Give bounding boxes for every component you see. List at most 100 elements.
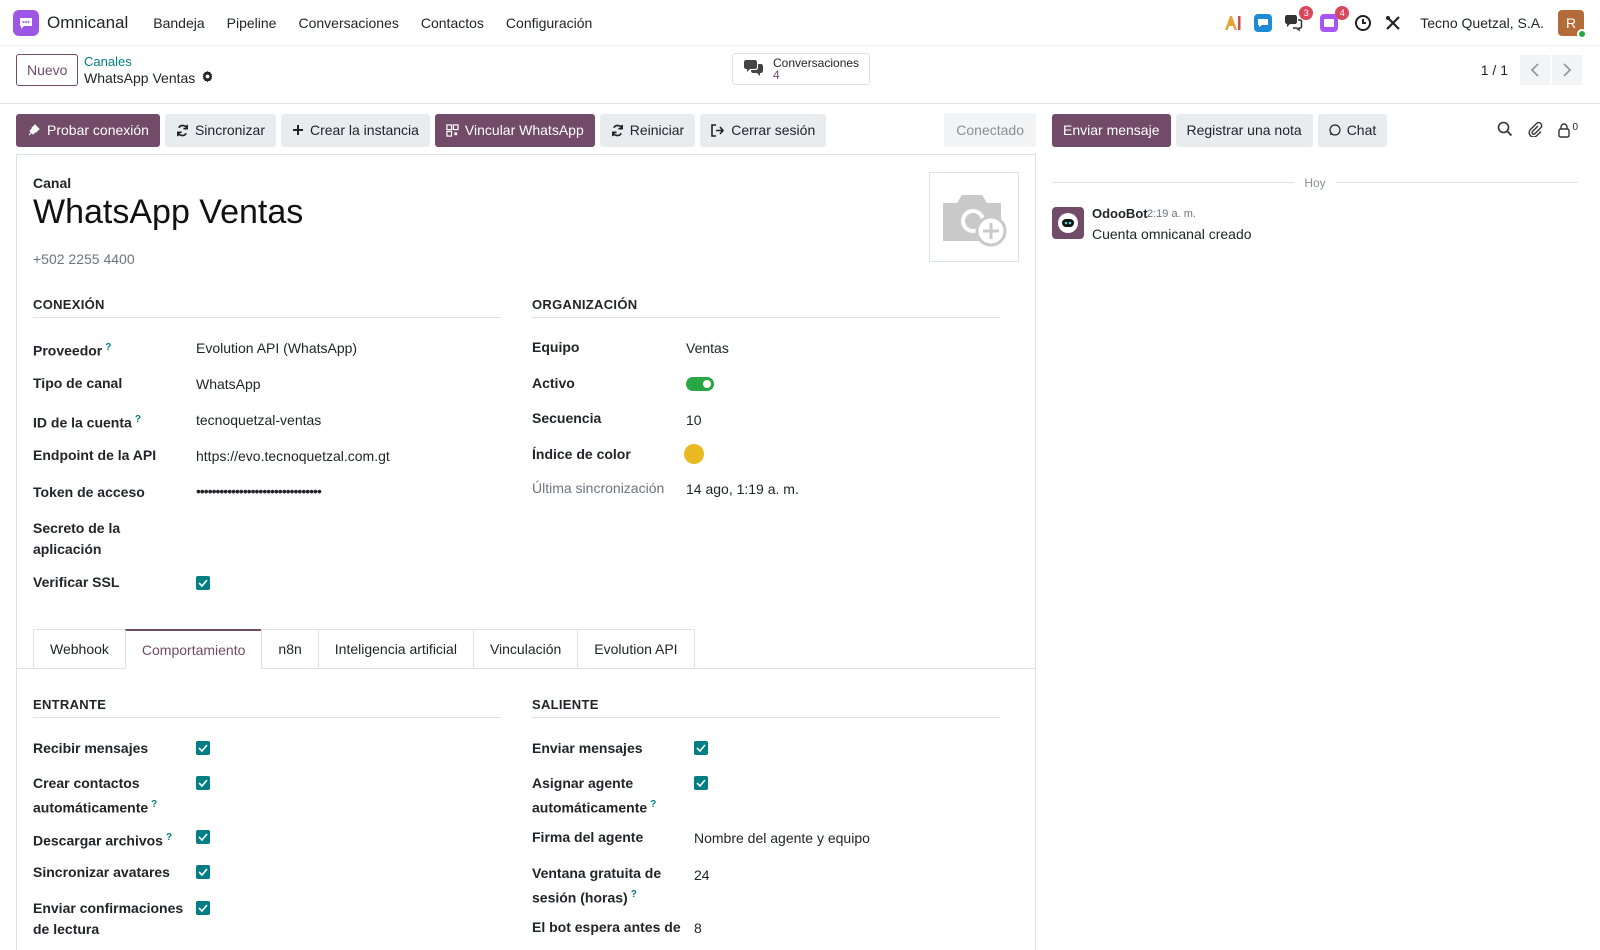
check-icon bbox=[198, 744, 208, 752]
read-receipts-checkbox[interactable] bbox=[196, 901, 210, 915]
connection-group-title: CONEXIÓN bbox=[33, 297, 501, 318]
new-button[interactable]: Nuevo bbox=[16, 54, 79, 86]
breadcrumb-current: WhatsApp Ventas bbox=[84, 70, 214, 86]
user-avatar[interactable]: R bbox=[1558, 10, 1587, 39]
test-connection-button[interactable]: Probar conexión bbox=[16, 113, 160, 147]
help-icon[interactable]: ? bbox=[151, 799, 157, 810]
omnichannel-tray-icon[interactable]: 4 bbox=[1318, 6, 1350, 34]
link-whatsapp-button[interactable]: Vincular WhatsApp bbox=[434, 113, 595, 147]
company-switcher[interactable]: Tecno Quetzal, S.A. bbox=[1420, 15, 1544, 31]
followers-button[interactable]: 0 bbox=[1557, 122, 1578, 138]
help-icon[interactable]: ? bbox=[631, 889, 637, 900]
check-icon bbox=[696, 744, 706, 752]
tab-n8n[interactable]: n8n bbox=[261, 629, 318, 669]
search-icon[interactable] bbox=[1497, 121, 1513, 140]
access-token-label: Token de acceso bbox=[33, 484, 145, 500]
chevron-left-icon bbox=[1530, 63, 1539, 77]
tools-icon[interactable] bbox=[1382, 12, 1404, 34]
sync-avatars-checkbox[interactable] bbox=[196, 865, 210, 879]
agent-signature-field[interactable]: Nombre del agente y equipo bbox=[694, 830, 870, 846]
bot-wait-label: El bot espera antes de bbox=[532, 919, 681, 935]
livechat-icon[interactable] bbox=[1252, 12, 1274, 34]
help-icon[interactable]: ? bbox=[166, 832, 172, 843]
provider-label: Proveedor? bbox=[33, 342, 112, 359]
read-receipts-label: Enviar confirmaciones de lectura bbox=[33, 900, 184, 937]
plus-icon bbox=[292, 125, 303, 135]
pager-next-button[interactable] bbox=[1552, 55, 1582, 85]
sync-button[interactable]: Sincronizar bbox=[164, 113, 276, 147]
date-separator: Hoy bbox=[1052, 176, 1578, 190]
menu-bandeja[interactable]: Bandeja bbox=[142, 15, 215, 31]
top-navbar: Omnicanal Bandeja Pipeline Conversacione… bbox=[0, 0, 1600, 46]
lock-user-icon bbox=[1558, 123, 1571, 138]
receive-messages-checkbox[interactable] bbox=[196, 741, 210, 755]
download-files-checkbox[interactable] bbox=[196, 830, 210, 844]
verify-ssl-label: Verificar SSL bbox=[33, 574, 120, 590]
api-endpoint-field[interactable]: https://evo.tecnoquetzal.com.gt bbox=[196, 448, 390, 464]
qrcode-icon bbox=[446, 123, 459, 137]
outgoing-group-title: SALIENTE bbox=[532, 697, 1000, 718]
access-token-field[interactable]: •••••••••••••••••••••••••••••••• bbox=[196, 483, 322, 499]
test-connection-label: Probar conexión bbox=[47, 122, 149, 138]
form-statusbar: Probar conexión Sincronizar Crear la ins… bbox=[16, 113, 1036, 147]
channel-name-field[interactable]: WhatsApp Ventas bbox=[33, 193, 303, 232]
active-toggle[interactable] bbox=[686, 377, 714, 391]
chat-button[interactable]: Chat bbox=[1317, 113, 1388, 147]
tab-inteligencia-artificial[interactable]: Inteligencia artificial bbox=[317, 629, 473, 669]
color-picker[interactable] bbox=[684, 444, 704, 464]
logout-button[interactable]: Cerrar sesión bbox=[700, 113, 827, 147]
session-window-field[interactable]: 24 bbox=[694, 867, 710, 883]
api-endpoint-label: Endpoint de la API bbox=[33, 447, 157, 463]
channel-type-field[interactable]: WhatsApp bbox=[196, 376, 261, 392]
menu-conversaciones[interactable]: Conversaciones bbox=[287, 15, 409, 31]
team-field[interactable]: Ventas bbox=[686, 340, 729, 356]
pager-value[interactable]: 1 / 1 bbox=[1481, 62, 1508, 78]
paperclip-icon[interactable] bbox=[1527, 121, 1543, 140]
auto-assign-agent-checkbox[interactable] bbox=[694, 776, 708, 790]
user-initial: R bbox=[1565, 15, 1577, 31]
help-icon[interactable]: ? bbox=[105, 342, 111, 353]
message-author[interactable]: OdooBot bbox=[1092, 206, 1148, 221]
app-name[interactable]: Omnicanal bbox=[47, 13, 128, 33]
bot-wait-field[interactable]: 8 bbox=[694, 920, 702, 936]
help-icon[interactable]: ? bbox=[135, 414, 141, 425]
ai-icon[interactable] bbox=[1222, 12, 1244, 34]
breadcrumb-parent[interactable]: Canales bbox=[84, 54, 132, 69]
messaging-icon[interactable]: 3 bbox=[1282, 6, 1314, 34]
app-secret-label: Secreto de la aplicación bbox=[33, 520, 121, 557]
account-id-field[interactable]: tecnoquetzal-ventas bbox=[196, 412, 321, 428]
create-instance-button[interactable]: Crear la instancia bbox=[280, 113, 430, 147]
team-label: Equipo bbox=[532, 339, 580, 355]
check-icon bbox=[198, 868, 208, 876]
phone-field[interactable]: +502 2255 4400 bbox=[33, 251, 135, 267]
log-note-button[interactable]: Registrar una nota bbox=[1175, 113, 1313, 147]
send-message-button[interactable]: Enviar mensaje bbox=[1052, 113, 1171, 147]
odoobot-avatar[interactable] bbox=[1052, 207, 1084, 239]
provider-field[interactable]: Evolution API (WhatsApp) bbox=[196, 340, 357, 356]
auto-create-contacts-checkbox[interactable] bbox=[196, 776, 210, 790]
restart-button[interactable]: Reiniciar bbox=[599, 113, 696, 147]
send-messages-checkbox[interactable] bbox=[694, 741, 708, 755]
menu-contactos[interactable]: Contactos bbox=[410, 15, 495, 31]
whatsapp-icon bbox=[1329, 124, 1341, 136]
tab-comportamiento[interactable]: Comportamiento bbox=[124, 629, 262, 669]
pager: 1 / 1 bbox=[1481, 46, 1600, 94]
image-upload[interactable] bbox=[929, 172, 1019, 262]
messaging-badge: 3 bbox=[1299, 6, 1314, 20]
receive-messages-label: Recibir mensajes bbox=[33, 740, 149, 756]
gear-icon[interactable] bbox=[201, 70, 214, 86]
menu-configuracion[interactable]: Configuración bbox=[495, 15, 603, 31]
menu-pipeline[interactable]: Pipeline bbox=[216, 15, 288, 31]
conversations-stat-button[interactable]: Conversaciones 4 bbox=[732, 53, 870, 85]
app-logo-icon[interactable] bbox=[13, 9, 39, 36]
pager-previous-button[interactable] bbox=[1520, 55, 1550, 85]
verify-ssl-checkbox[interactable] bbox=[196, 576, 210, 590]
app-secret-field[interactable] bbox=[196, 521, 496, 541]
tab-vinculacion[interactable]: Vinculación bbox=[472, 629, 578, 669]
tab-evolution-api[interactable]: Evolution API bbox=[577, 629, 695, 669]
agent-signature-label: Firma del agente bbox=[532, 829, 644, 845]
clock-icon[interactable] bbox=[1352, 12, 1374, 34]
tab-webhook[interactable]: Webhook bbox=[33, 629, 125, 669]
sequence-field[interactable]: 10 bbox=[686, 412, 702, 428]
help-icon[interactable]: ? bbox=[650, 799, 656, 810]
